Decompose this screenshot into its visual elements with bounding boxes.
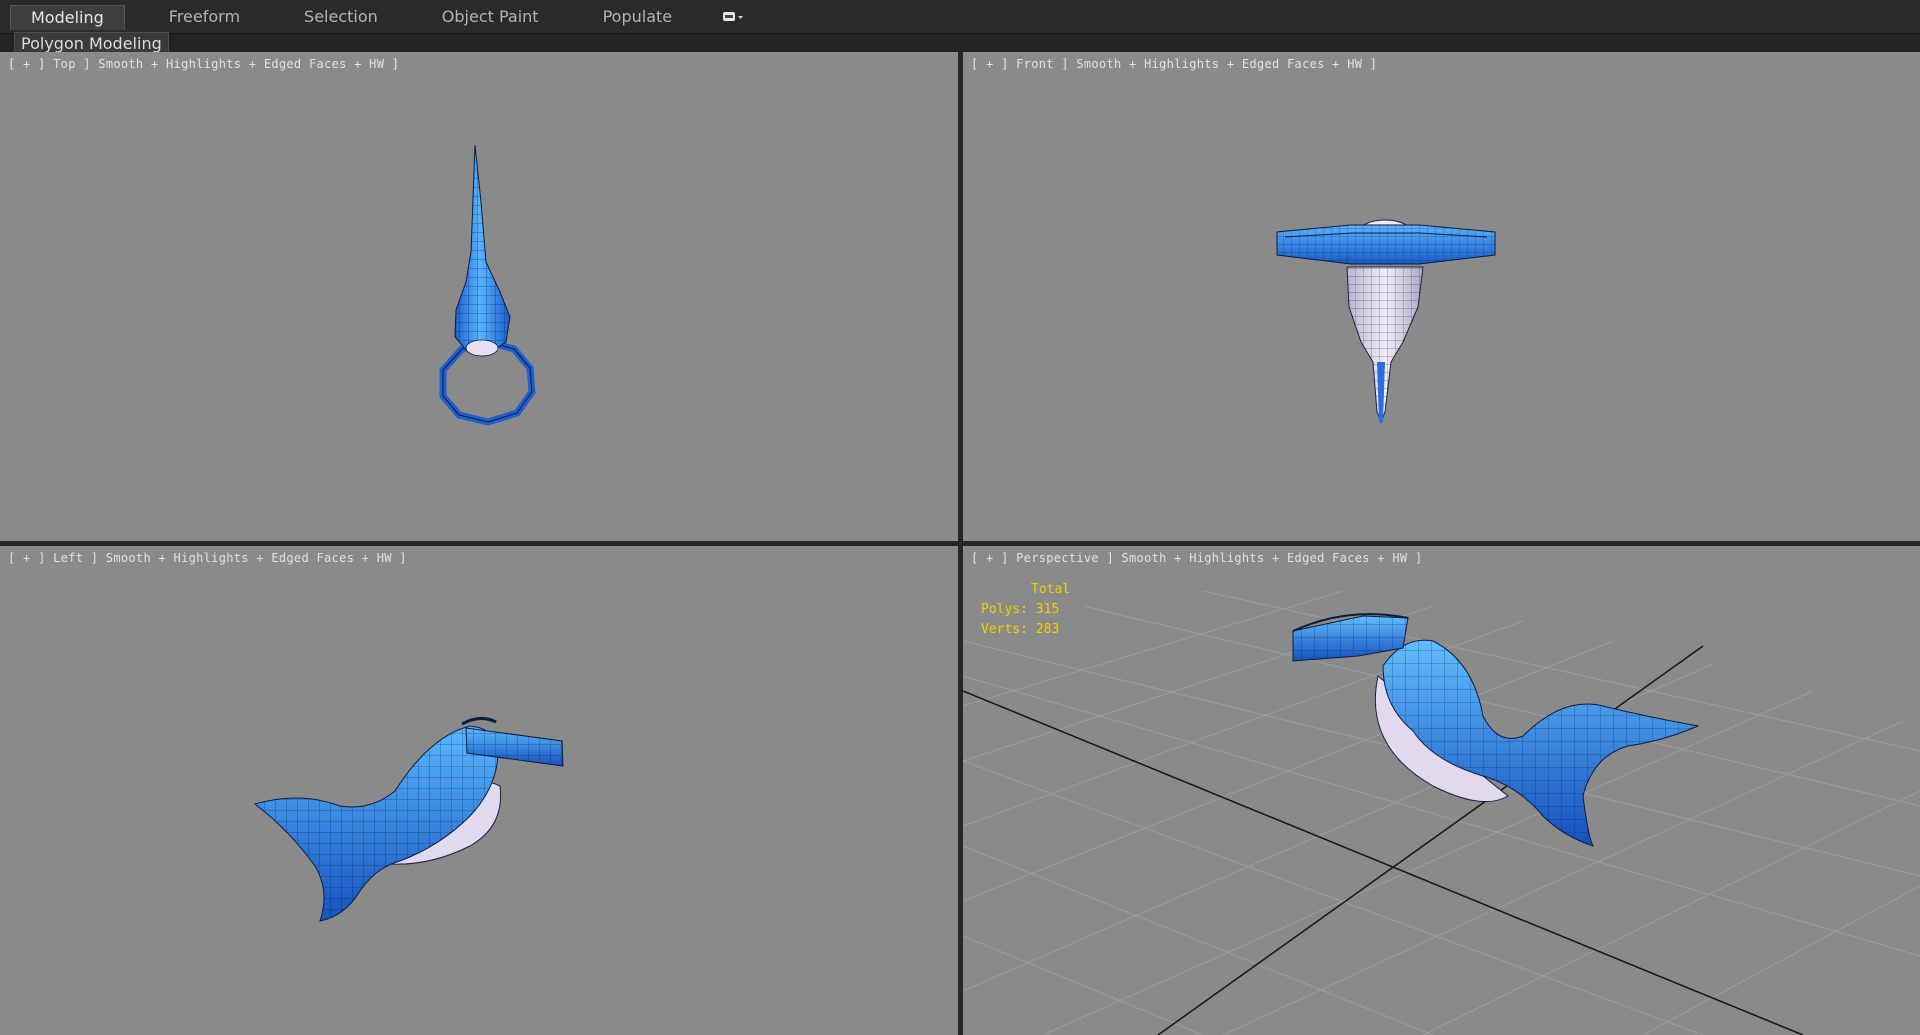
viewport-area: [ + ] Top ] Smooth + Highlights + Edged … [0,52,1920,1035]
scene-statistics: Total Polys: 315 Verts: 283 [981,580,1070,640]
tab-populate[interactable]: Populate [583,5,693,29]
tab-modeling[interactable]: Modeling [10,4,125,30]
viewport-front[interactable]: [ + ] Front ] Smooth + Highlights + Edge… [963,52,1920,541]
perspective-view-model [963,590,1920,1035]
viewport-left[interactable]: [ + ] Left ] Smooth + Highlights + Edged… [0,546,958,1035]
ribbon-panel-bar: Polygon Modeling [0,32,1920,56]
ribbon-menu-icon[interactable] [722,10,744,24]
viewport-label-front[interactable]: [ + ] Front ] Smooth + Highlights + Edge… [971,57,1377,71]
viewport-perspective[interactable]: [ + ] Perspective ] Smooth + Highlights … [963,546,1920,1035]
viewport-top[interactable]: [ + ] Top ] Smooth + Highlights + Edged … [0,52,958,541]
viewport-label-top[interactable]: [ + ] Top ] Smooth + Highlights + Edged … [8,57,399,71]
tab-object-paint[interactable]: Object Paint [422,5,559,29]
stats-total-label: Total [1031,582,1071,597]
ribbon-tabs: Modeling Freeform Selection Object Paint… [10,4,744,30]
viewport-label-left[interactable]: [ + ] Left ] Smooth + Highlights + Edged… [8,551,407,565]
tab-selection[interactable]: Selection [284,5,398,29]
viewport-label-perspective[interactable]: [ + ] Perspective ] Smooth + Highlights … [971,551,1422,565]
left-view-model [253,717,564,922]
stats-verts: Verts: 283 [981,622,1060,637]
top-view-model [439,144,536,426]
front-view-model [1276,219,1496,424]
tab-freeform[interactable]: Freeform [149,5,260,29]
stats-polys: Polys: 315 [981,602,1060,617]
ribbon-bar: Modeling Freeform Selection Object Paint… [0,0,1920,34]
